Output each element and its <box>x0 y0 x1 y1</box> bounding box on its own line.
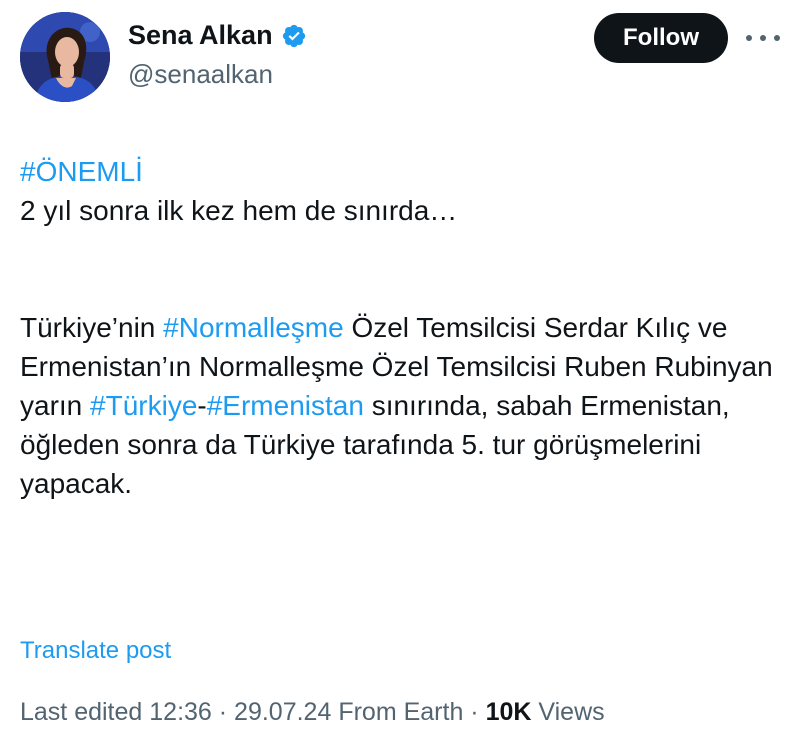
post-source: From Earth <box>338 698 464 726</box>
verified-badge-icon <box>282 24 305 47</box>
views-label: Views <box>531 698 605 726</box>
author-name-row: Sena Alkan <box>128 20 307 51</box>
follow-button[interactable]: Follow <box>594 13 728 63</box>
avatar[interactable] <box>20 12 110 102</box>
profile-photo-icon <box>20 12 110 102</box>
hashtag-turkiye[interactable]: #Türkiye <box>90 390 197 421</box>
dot <box>774 35 780 41</box>
dot <box>746 35 752 41</box>
tweet-text: #ÖNEMLİ 2 yıl sonra ilk kez hem de sınır… <box>20 152 790 503</box>
translate-post-link[interactable]: Translate post <box>20 637 171 665</box>
hashtag-normallesme[interactable]: #Normalleşme <box>163 312 344 343</box>
more-horizontal-icon[interactable] <box>746 26 780 50</box>
separator: · <box>211 698 235 726</box>
post-date[interactable]: 29.07.24 <box>234 698 331 726</box>
edited-prefix[interactable]: Last edited <box>20 698 149 726</box>
separator: · <box>463 698 486 726</box>
post-time[interactable]: 12:36 <box>149 698 212 726</box>
tweet-paragraph: Türkiye’nin #Normalleşme Özel Temsilcisi… <box>20 308 790 503</box>
tweet-line: 2 yıl sonra ilk kez hem de sınırda… <box>20 195 458 226</box>
text-segment: Türkiye’nin <box>20 312 164 343</box>
hashtag-onemli[interactable]: #ÖNEMLİ <box>20 156 143 187</box>
dot <box>760 35 766 41</box>
tweet-meta: Last edited 12:36 · 29.07.24 From Earth … <box>20 698 605 727</box>
author-display-name[interactable]: Sena Alkan <box>128 20 273 51</box>
views-count[interactable]: 10K <box>486 698 532 726</box>
text-segment: - <box>197 390 207 421</box>
author-handle[interactable]: @senaalkan <box>128 59 273 90</box>
hashtag-ermenistan[interactable]: #Ermenistan <box>207 390 364 421</box>
